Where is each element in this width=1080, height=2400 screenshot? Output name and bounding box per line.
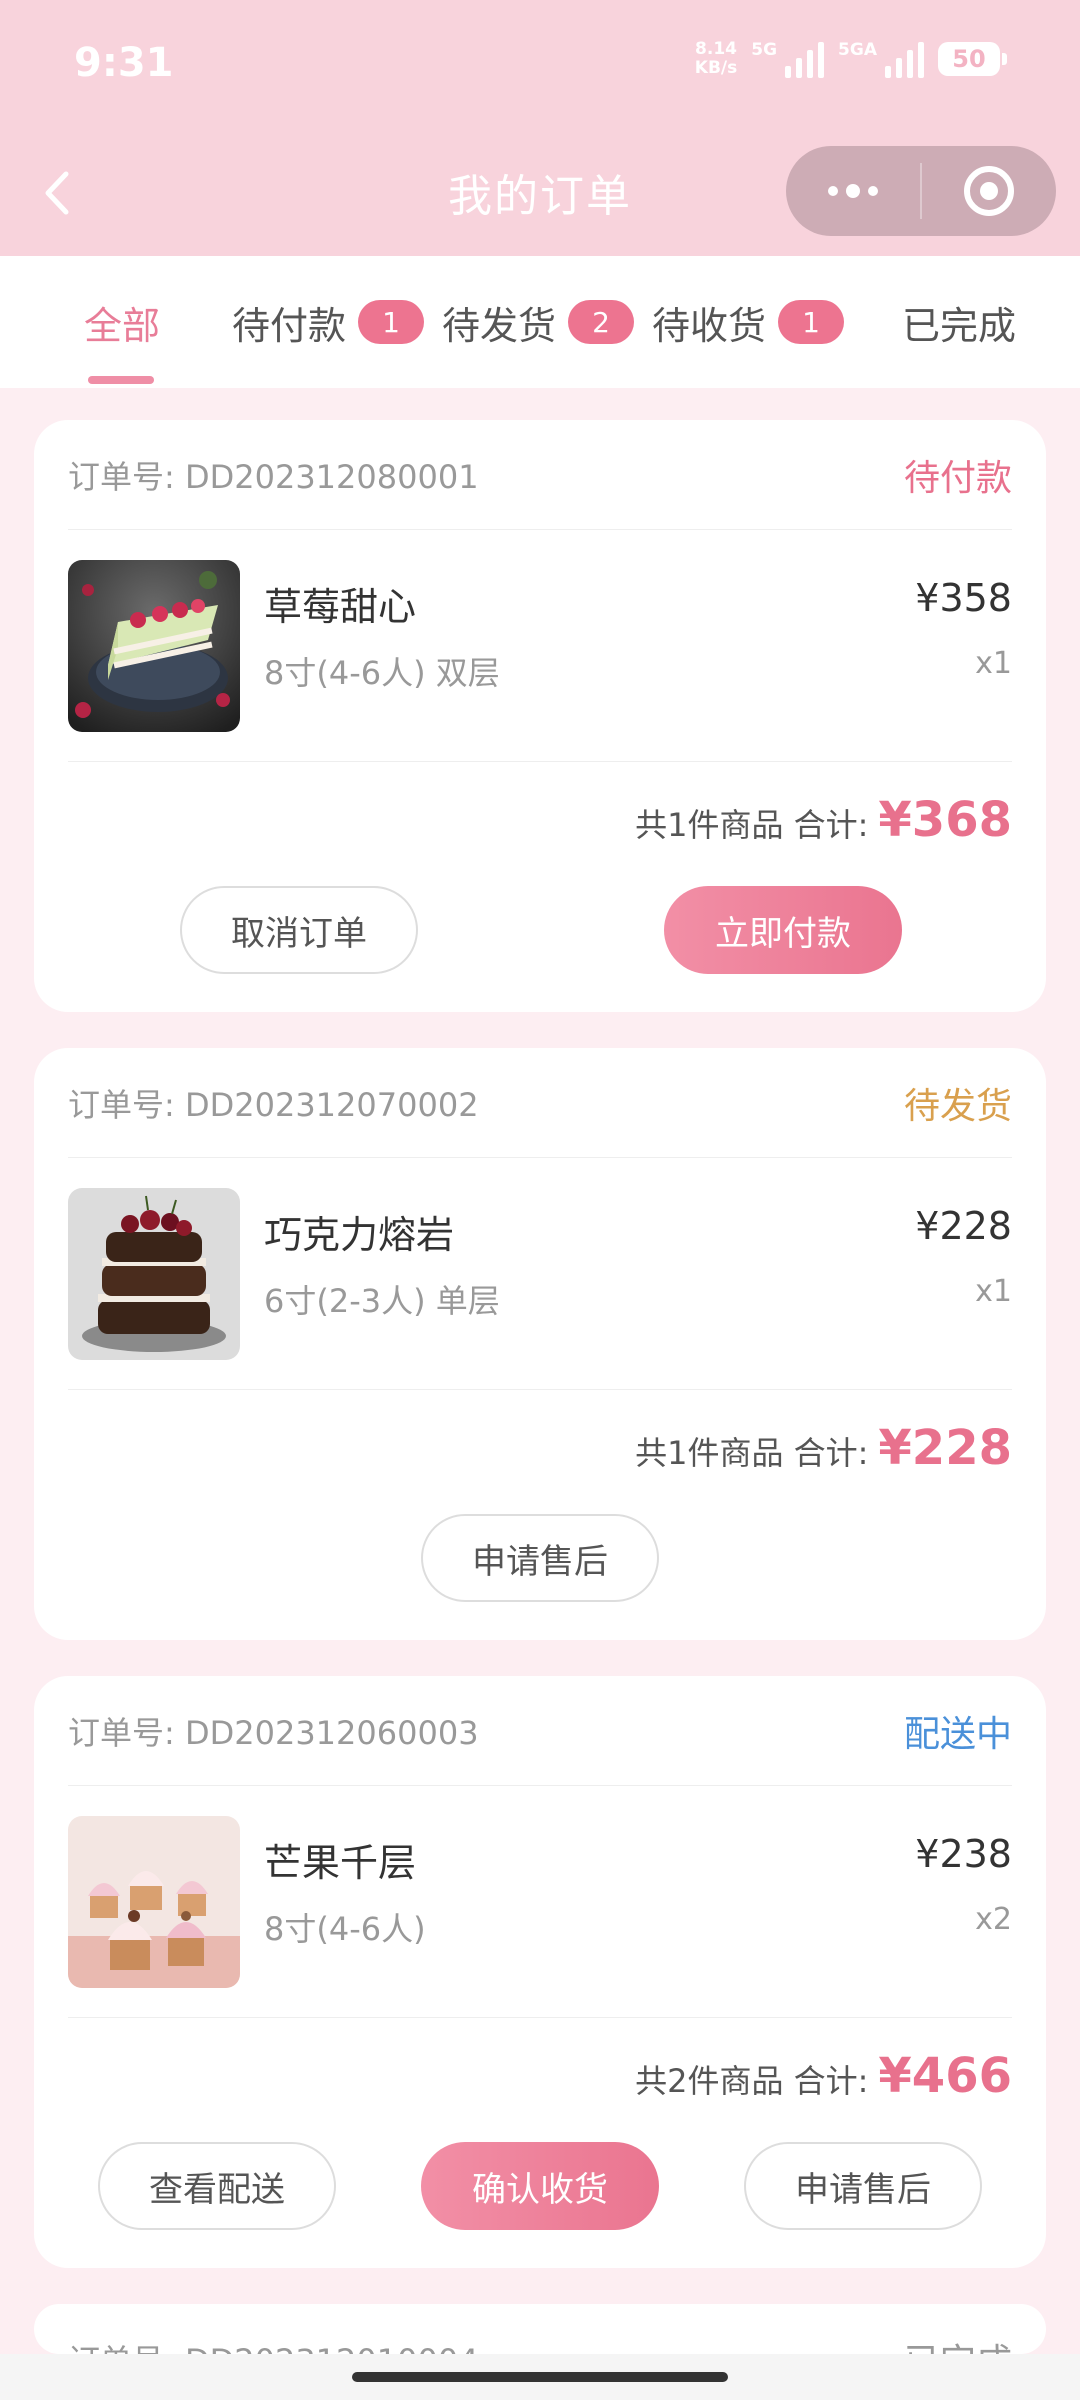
product-spec: 6寸(2-3人) 单层 [264,1282,500,1320]
network-speed: 8.14 KB/s [694,39,738,78]
tab-pending-payment[interactable]: 待付款 1 [232,256,425,388]
order-number: 订单号: DD202312080001 [68,457,479,496]
order-card: 订单号: DD202312010004 已完成 [34,2304,1046,2354]
cancel-order-button[interactable]: 取消订单 [180,886,418,974]
product-quantity: x1 [975,1274,1012,1309]
top-header: 9:31 8.14 KB/s 5G 5GA 50 我的订单 [0,0,1080,256]
pay-now-button[interactable]: 立即付款 [664,886,902,974]
signal-icon-2 [885,40,924,78]
status-time: 9:31 [74,40,174,86]
tab-pending-receipt[interactable]: 待收货 1 [652,256,845,388]
more-button[interactable] [786,146,920,236]
product-price: ¥228 [915,1204,1012,1248]
order-item[interactable]: 巧克力熔岩 6寸(2-3人) 单层 ¥228 x1 [68,1158,1012,1390]
order-status: 配送中 [903,1713,1012,1755]
status-icons: 8.14 KB/s 5G 5GA 50 [694,39,1007,78]
product-price: ¥358 [915,576,1012,620]
order-status: 待发货 [903,1085,1012,1127]
battery-icon: 50 [938,42,1007,76]
product-name: 芒果千层 [264,1841,417,1885]
order-item[interactable]: 芒果千层 8寸(4-6人) ¥238 x2 [68,1786,1012,2018]
order-status: 待付款 [903,457,1012,499]
count-badge: 2 [568,300,635,344]
order-number: 订单号: DD202312060003 [68,1713,479,1752]
order-total: ¥228 [878,1420,1012,1476]
order-total: ¥466 [878,2048,1012,2104]
order-header: 订单号: DD202312010004 已完成 [68,2304,1012,2354]
order-header: 订单号: DD202312060003 配送中 [68,1676,1012,1786]
product-quantity: x2 [975,1902,1012,1937]
product-name: 草莓甜心 [264,585,417,629]
chocolate-cake-image [68,1188,240,1360]
summary-text: 共1件商品 合计: [635,806,869,844]
target-icon [964,166,1014,216]
product-price: ¥238 [915,1832,1012,1876]
sim2-label: 5GA [838,40,877,60]
order-header: 订单号: DD202312070002 待发货 [68,1048,1012,1158]
cupcakes-image [68,1816,240,1988]
order-header: 订单号: DD202312080001 待付款 [68,420,1012,530]
order-card: 订单号: DD202312080001 待付款 草莓甜心 8寸(4-6人) 双层… [34,420,1046,1012]
home-indicator[interactable] [352,2372,728,2382]
after-sales-button[interactable]: 申请售后 [421,1514,659,1602]
order-summary: 共2件商品 合计: ¥466 [635,2048,1012,2104]
count-badge: 1 [778,300,845,344]
miniprogram-capsule [786,146,1056,236]
order-summary: 共1件商品 合计: ¥368 [635,792,1012,848]
product-spec: 8寸(4-6人) [264,1910,426,1948]
order-status: 已完成 [904,2333,1012,2354]
order-card: 订单号: DD202312060003 配送中 芒果千层 8寸(4-6人) ¥2… [34,1676,1046,2268]
order-number: 订单号: DD202312010004 [68,2336,479,2354]
tab-completed[interactable]: 已完成 [902,256,1016,388]
tab-pending-shipment[interactable]: 待发货 2 [442,256,635,388]
product-quantity: x1 [975,646,1012,681]
count-badge: 1 [358,300,425,344]
order-number: 订单号: DD202312070002 [68,1085,479,1124]
product-name: 巧克力熔岩 [264,1213,455,1257]
order-summary: 共1件商品 合计: ¥228 [635,1420,1012,1476]
tab-all[interactable]: 全部 [84,256,160,388]
order-item[interactable]: 草莓甜心 8寸(4-6人) 双层 ¥358 x1 [68,530,1012,762]
close-miniprogram-button[interactable] [922,146,1056,236]
strawberry-cake-image [68,560,240,732]
active-tab-indicator [88,376,154,384]
after-sales-button[interactable]: 申请售后 [744,2142,982,2230]
product-spec: 8寸(4-6人) 双层 [264,654,500,692]
order-tabs: 全部 待付款 1 待发货 2 待收货 1 已完成 [0,256,1080,388]
view-delivery-button[interactable]: 查看配送 [98,2142,336,2230]
summary-text: 共2件商品 合计: [635,2062,869,2100]
confirm-receipt-button[interactable]: 确认收货 [421,2142,659,2230]
order-card: 订单号: DD202312070002 待发货 巧克力熔岩 6寸(2-3人) 单… [34,1048,1046,1640]
sim1-label: 5G [751,40,778,60]
signal-icon [785,40,825,78]
summary-text: 共1件商品 合计: [635,1434,869,1472]
order-total: ¥368 [878,792,1012,848]
